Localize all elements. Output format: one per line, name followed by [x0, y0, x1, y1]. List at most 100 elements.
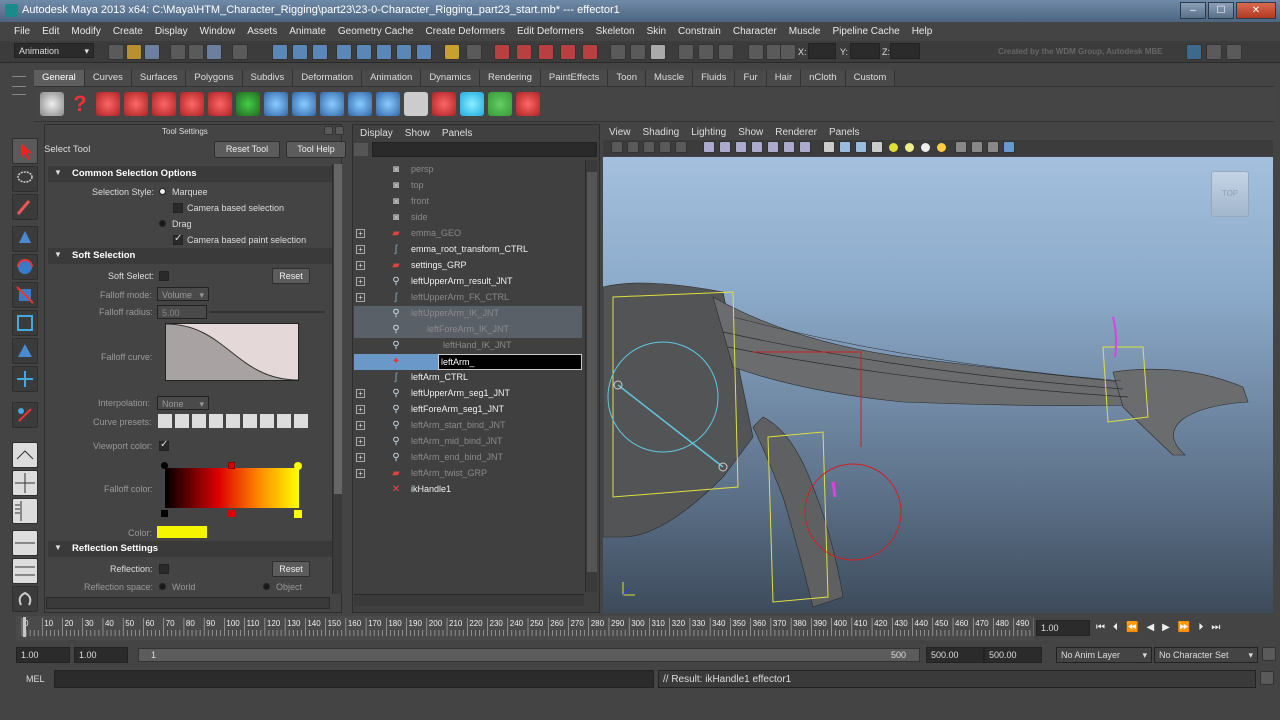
move-absolute-icon[interactable] [780, 44, 796, 60]
2d-pan-icon[interactable] [675, 141, 687, 153]
construction-history-icon[interactable] [466, 44, 482, 60]
joint-tool-4-icon[interactable] [376, 92, 400, 116]
ramp-handle-5[interactable] [228, 510, 235, 517]
shelf-tab-polygons[interactable]: Polygons [186, 70, 243, 86]
select-script-icon[interactable] [40, 92, 64, 116]
outliner-row[interactable]: + ⚲ leftArm_end_bind_JNT [354, 450, 582, 466]
character-set-dropdown[interactable]: No Character Set ▾ [1154, 647, 1258, 663]
script-tool-7-icon[interactable] [516, 92, 540, 116]
last-tool-icon[interactable] [12, 402, 38, 428]
film-gate-icon[interactable] [719, 141, 731, 153]
curve-preset-3-icon[interactable] [192, 414, 206, 428]
object-radio[interactable] [263, 583, 270, 590]
outliner-vscrollbar[interactable] [585, 160, 597, 592]
relative-mode-icon[interactable] [630, 44, 646, 60]
snap-curve-icon[interactable] [356, 44, 372, 60]
all-lights-icon[interactable] [905, 143, 914, 152]
joint-tool-1-icon[interactable] [292, 92, 316, 116]
menu-create[interactable]: Create [107, 26, 149, 41]
transform-mode-icon[interactable] [610, 44, 626, 60]
rename-input[interactable]: leftArm_ [438, 354, 582, 370]
outliner-menu-show[interactable]: Show [405, 128, 430, 139]
curve-preset-2-icon[interactable] [175, 414, 189, 428]
menu-window[interactable]: Window [194, 26, 242, 41]
viewport-3d[interactable]: TOP [603, 157, 1273, 613]
viewport-menu-panels[interactable]: Panels [829, 127, 860, 138]
ramp-handle-3[interactable] [294, 462, 302, 470]
expand-icon[interactable]: + [356, 245, 365, 254]
step-forward-icon[interactable]: ⏵ [1198, 622, 1203, 636]
snap-point-icon[interactable] [376, 44, 392, 60]
menu-animate[interactable]: Animate [283, 26, 332, 41]
y-field[interactable] [850, 43, 880, 59]
falloff-mode-dropdown[interactable]: Volume ▾ [157, 287, 209, 301]
paint-select-tool-icon[interactable] [12, 194, 38, 220]
outliner-row[interactable]: ◙ persp [354, 162, 582, 178]
command-input[interactable] [54, 670, 654, 688]
outliner-row[interactable]: + ⚲ leftUpperArm_seg1_JNT [354, 386, 582, 402]
camera-attrs-icon[interactable] [627, 141, 639, 153]
cyan-tool-icon[interactable] [460, 92, 484, 116]
panel-close-icon[interactable] [335, 126, 344, 135]
joint-tool-3-icon[interactable] [348, 92, 372, 116]
universal-manip-icon[interactable] [12, 310, 38, 336]
camera-based-paint-checkbox[interactable] [173, 233, 183, 245]
minimize-button[interactable]: – [1180, 2, 1206, 19]
time-slider[interactable]: 0 10 20 30 40 50 60 70 80 90 100 110 120 130 140 150 160… [16, 616, 1034, 640]
soft-mod-icon[interactable] [12, 338, 38, 364]
outliner-row[interactable]: + ⚲ leftArm_start_bind_JNT [354, 418, 582, 434]
green-tool-icon[interactable] [488, 92, 512, 116]
panel-toggle-icon[interactable] [1206, 44, 1222, 60]
play-back-icon[interactable]: ◀ [1146, 622, 1154, 636]
isolate-select-icon[interactable] [1003, 141, 1015, 153]
ipr-render-icon[interactable] [516, 44, 532, 60]
shelf-tab-painteffects[interactable]: PaintEffects [540, 70, 609, 86]
channel-box-icon[interactable] [718, 44, 734, 60]
joint-tool-2-icon[interactable] [320, 92, 344, 116]
outliner-row[interactable]: ◙ front [354, 194, 582, 210]
current-time-marker[interactable] [23, 617, 27, 637]
channel-toggle-icon[interactable] [1226, 44, 1242, 60]
end-range-field[interactable]: 500.00 [926, 647, 984, 663]
wireframe-on-shaded-icon[interactable] [855, 141, 867, 153]
move-tool-icon[interactable] [12, 226, 38, 252]
ramp-handle-6[interactable] [294, 510, 302, 518]
layout-icon[interactable] [748, 44, 764, 60]
menu-set-dropdown[interactable]: Animation ▾ [14, 43, 94, 58]
layout-persp-outliner-icon[interactable] [12, 498, 38, 524]
start-range-field[interactable]: 1.00 [74, 647, 128, 663]
shelf-tab-curves[interactable]: Curves [84, 70, 132, 86]
viewport-color-checkbox[interactable] [159, 439, 169, 451]
shelf-options-icon[interactable] [10, 70, 28, 120]
select-object-icon[interactable] [188, 44, 204, 60]
show-manip-icon[interactable] [12, 366, 38, 392]
outliner-row[interactable]: + ⚲ leftForeArm_seg1_JNT [354, 402, 582, 418]
marquee-radio[interactable] [159, 188, 166, 195]
expand-icon[interactable]: + [356, 437, 365, 446]
outliner-row[interactable]: ⚲ leftHand_IK_JNT [354, 338, 582, 354]
scrollbar-thumb[interactable] [334, 164, 342, 494]
drag-radio[interactable] [159, 220, 166, 227]
script-tool-2-icon[interactable] [124, 92, 148, 116]
outliner-row[interactable]: ⚲ leftUpperArm_IK_JNT [354, 306, 582, 322]
tool-settings-vscrollbar[interactable] [332, 164, 342, 594]
bookmark-icon[interactable] [643, 141, 655, 153]
soft-reset-button[interactable]: Reset [272, 268, 310, 284]
lasso-tool-icon[interactable] [12, 166, 38, 192]
shelf-tab-fluids[interactable]: Fluids [693, 70, 736, 86]
rotate-tool-icon[interactable] [12, 254, 38, 280]
close-button[interactable]: ✕ [1236, 2, 1276, 19]
scale-tool-icon[interactable] [12, 282, 38, 308]
camera-based-selection-checkbox[interactable] [173, 203, 183, 213]
soft-selection-header[interactable]: Soft Selection [48, 248, 332, 264]
outliner-row[interactable]: ✕ ikHandle1 [354, 482, 582, 498]
shelf-tab-animation[interactable]: Animation [362, 70, 422, 86]
outliner-row[interactable]: + ▰ emma_GEO [354, 226, 582, 242]
menu-character[interactable]: Character [727, 26, 783, 41]
menu-assets[interactable]: Assets [241, 26, 283, 41]
green-arrow-icon[interactable] [236, 92, 260, 116]
menu-muscle[interactable]: Muscle [783, 26, 827, 41]
outliner-row[interactable]: ⚲ leftForeArm_IK_JNT [354, 322, 582, 338]
outliner-hscrollbar[interactable] [354, 594, 584, 606]
shelf-tab-fur[interactable]: Fur [735, 70, 767, 86]
